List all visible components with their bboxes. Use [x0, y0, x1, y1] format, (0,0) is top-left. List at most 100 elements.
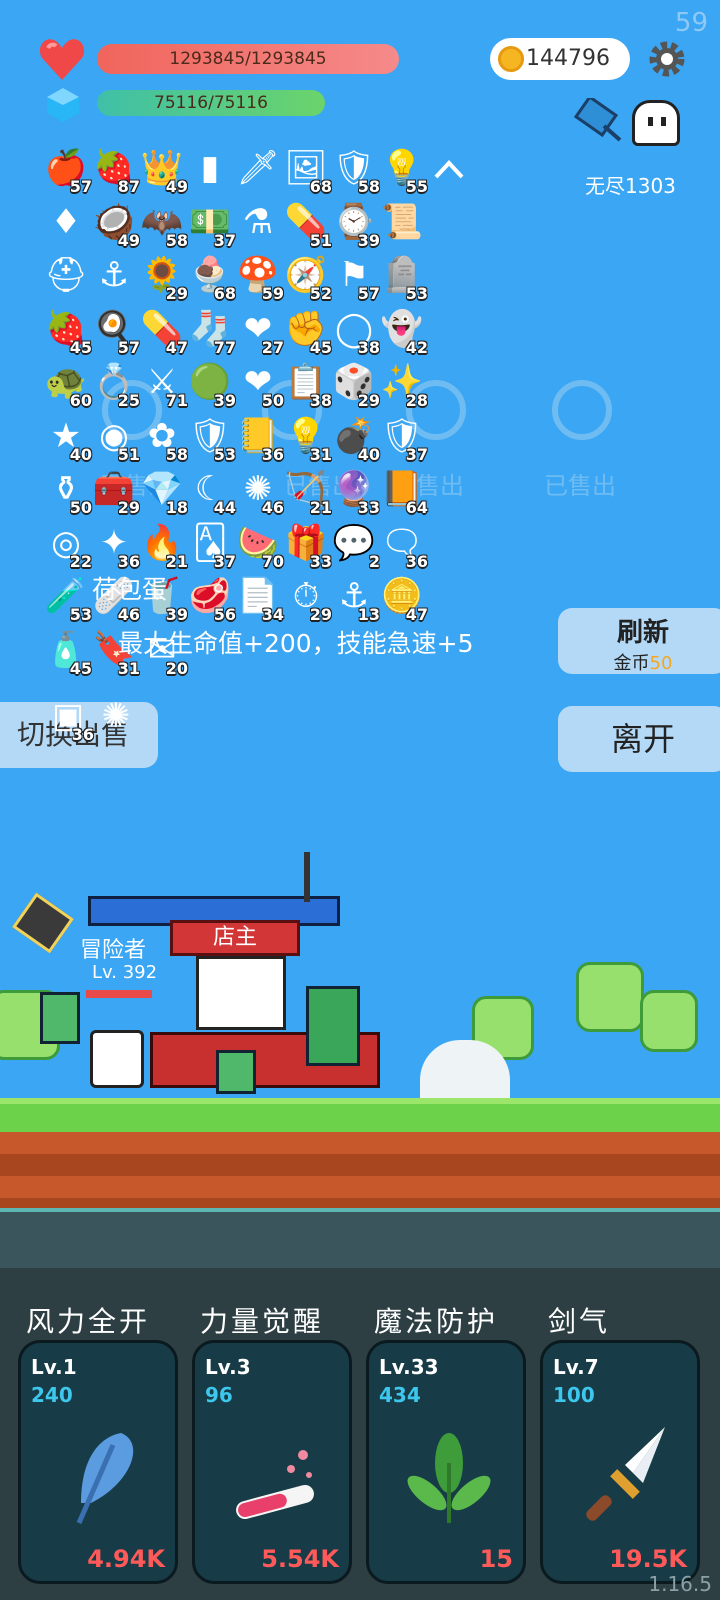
- inventory-slot[interactable]: 🂡 37: [186, 523, 236, 573]
- inventory-slot[interactable]: 🖼 68: [282, 148, 332, 198]
- item-count: 45: [69, 658, 92, 678]
- inventory-slot[interactable]: ⚑ 57: [330, 255, 380, 305]
- skill-card[interactable]: Lv.3 96 5.54K: [192, 1340, 352, 1584]
- inventory-slot[interactable]: 💡 31: [282, 416, 332, 466]
- inventory-slot[interactable]: 💵 37: [186, 202, 236, 252]
- inventory-slot[interactable]: 📄 34: [234, 576, 284, 626]
- inventory-slot[interactable]: ▮: [186, 148, 236, 198]
- inventory-slot[interactable]: ▣ 36: [44, 696, 94, 746]
- inventory-slot[interactable]: 📙 64: [378, 469, 428, 519]
- ghost-icon[interactable]: [632, 100, 680, 146]
- inventory-slot[interactable]: 💊 47: [138, 309, 188, 359]
- inventory-slot[interactable]: 🥥 49: [90, 202, 140, 252]
- inventory-slot[interactable]: ⚔ 71: [138, 362, 188, 412]
- ground-dirt: [0, 1132, 720, 1210]
- inventory-slot[interactable]: 🛡 37: [378, 416, 428, 466]
- inventory-slot[interactable]: ☾ 44: [186, 469, 236, 519]
- inventory-slot[interactable]: 🧦 77: [186, 309, 236, 359]
- item-count: 53: [213, 444, 236, 464]
- inventory-slot[interactable]: 🍨 68: [186, 255, 236, 305]
- inventory-slot[interactable]: 🔥 21: [138, 523, 188, 573]
- inventory-slot[interactable]: 🍎 57: [42, 148, 92, 198]
- inventory-slot[interactable]: 🟢 39: [186, 362, 236, 412]
- inventory-slot[interactable]: 🧭 52: [282, 255, 332, 305]
- inventory-slot[interactable]: 🎁 33: [282, 523, 332, 573]
- inventory-slot[interactable]: 🪦 53: [378, 255, 428, 305]
- skill-card[interactable]: Lv.33 434 15: [366, 1340, 526, 1584]
- inventory-slot[interactable]: 💎 18: [138, 469, 188, 519]
- inventory-slot[interactable]: 🛡 53: [186, 416, 236, 466]
- inventory-slot[interactable]: 👻 42: [378, 309, 428, 359]
- endless-flag-icon[interactable]: [574, 98, 626, 142]
- inventory-slot[interactable]: 🏹 21: [282, 469, 332, 519]
- item-count: 55: [405, 177, 428, 196]
- skill-card[interactable]: Lv.1 240 4.94K: [18, 1340, 178, 1584]
- inventory-slot[interactable]: 🧴 45: [42, 630, 92, 680]
- inventory-slot[interactable]: ❤ 27: [234, 309, 284, 359]
- inventory-slot[interactable]: ⌚ 39: [330, 202, 380, 252]
- chevron-up-icon[interactable]: [432, 155, 466, 185]
- shopkeeper-sign: 店主: [170, 920, 300, 956]
- item-count: 29: [309, 605, 332, 624]
- inventory-slot[interactable]: 🧰 29: [90, 469, 140, 519]
- inventory-slot[interactable]: ◉ 51: [90, 416, 140, 466]
- item-count: 34: [261, 605, 284, 624]
- skill-card[interactable]: Lv.7 100 19.5K: [540, 1340, 700, 1584]
- inventory-slot[interactable]: ✦ 36: [90, 523, 140, 573]
- mana-bar: 75116/75116: [97, 90, 325, 116]
- inventory-slot[interactable]: 🛡 58: [330, 148, 380, 198]
- inventory-slot[interactable]: ◯ 38: [330, 309, 380, 359]
- inventory-slot[interactable]: 🌻 29: [138, 255, 188, 305]
- inventory-slot[interactable]: 🦇 58: [138, 202, 188, 252]
- inventory-slot[interactable]: 💊 51: [282, 202, 332, 252]
- inventory-slot[interactable]: ⛑: [42, 255, 92, 305]
- tree: [640, 990, 698, 1052]
- inventory-slot[interactable]: ✺: [92, 696, 142, 746]
- inventory-slot[interactable]: ★ 40: [42, 416, 92, 466]
- inventory-slot[interactable]: ⚓: [90, 255, 140, 305]
- inventory-slot[interactable]: 💍 25: [90, 362, 140, 412]
- item-count: 49: [117, 230, 140, 250]
- inventory-slot[interactable]: ✊ 45: [282, 309, 332, 359]
- gear-icon[interactable]: [646, 38, 688, 80]
- inventory-slot[interactable]: ⚓ 13: [330, 576, 380, 626]
- leave-button[interactable]: 离开: [558, 706, 720, 772]
- item-count: 20: [165, 658, 188, 678]
- inventory-slot[interactable]: ❤ 50: [234, 362, 284, 412]
- inventory-slot[interactable]: ✨ 28: [378, 362, 428, 412]
- inventory-slot[interactable]: ✺ 46: [234, 469, 284, 519]
- skill-name: 剑气: [548, 1305, 611, 1338]
- item-count: 58: [165, 444, 188, 464]
- inventory-slot[interactable]: 🔮 33: [330, 469, 380, 519]
- inventory-slot[interactable]: 🐢 60: [42, 362, 92, 412]
- inventory-slot[interactable]: 🗨 36: [378, 523, 428, 573]
- inventory-slot[interactable]: ⏱ 29: [282, 576, 332, 626]
- inventory-slot[interactable]: 🥩 56: [186, 576, 236, 626]
- inventory-slot[interactable]: 🍳 57: [90, 309, 140, 359]
- inventory-slot[interactable]: 🍄 59: [234, 255, 284, 305]
- inventory-slot[interactable]: ✿ 58: [138, 416, 188, 466]
- skill-value: 96: [205, 1383, 233, 1407]
- inventory-slot[interactable]: 📜: [378, 202, 428, 252]
- refresh-button[interactable]: 刷新 金币50: [558, 608, 720, 674]
- inventory-slot[interactable]: 💬 2: [330, 523, 380, 573]
- inventory-slot[interactable]: ⚱ 50: [42, 469, 92, 519]
- inventory-slot[interactable]: 🪙 47: [378, 576, 428, 626]
- item-count: 39: [213, 391, 236, 410]
- inventory-slot[interactable]: 💣 40: [330, 416, 380, 466]
- inventory-slot[interactable]: ⚗: [234, 202, 284, 252]
- heart-icon: [39, 39, 85, 80]
- inventory-slot[interactable]: 📒 36: [234, 416, 284, 466]
- inventory-slot[interactable]: 🍉 70: [234, 523, 284, 573]
- inventory-slot[interactable]: 👑 49: [138, 148, 188, 198]
- item-count: 58: [357, 177, 380, 196]
- inventory-slot[interactable]: 🍓 87: [90, 148, 140, 198]
- inventory-slot[interactable]: ◎ 22: [42, 523, 92, 573]
- inventory-slot[interactable]: 💡 55: [378, 148, 428, 198]
- inventory-slot[interactable]: 🗡: [234, 148, 284, 198]
- inventory-slot[interactable]: 🍓 45: [42, 309, 92, 359]
- inventory-slot[interactable]: ♦: [42, 202, 92, 252]
- inventory-slot[interactable]: 🧪 53: [42, 576, 92, 626]
- inventory-slot[interactable]: 📋 38: [282, 362, 332, 412]
- inventory-slot[interactable]: 🎲 29: [330, 362, 380, 412]
